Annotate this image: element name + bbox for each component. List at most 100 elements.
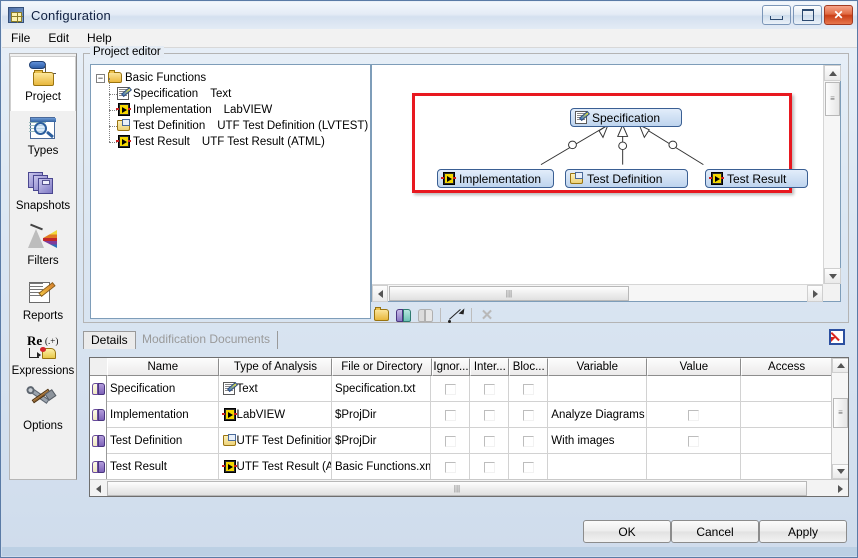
scroll-up-button[interactable] xyxy=(832,358,849,373)
checkbox[interactable] xyxy=(484,384,495,395)
menu-file[interactable]: File xyxy=(2,30,39,46)
table-row[interactable]: Test Definition UTF Test Definition (LVT… xyxy=(90,428,831,454)
open-folder-button[interactable] xyxy=(371,305,391,325)
cell-type-of-analysis[interactable]: UTF Test Definition (LVTEST) xyxy=(219,428,332,454)
sidebar-item-expressions[interactable]: Re(.+) Expressions xyxy=(10,331,76,386)
cell-access[interactable] xyxy=(741,402,831,428)
cell-name[interactable]: Test Definition xyxy=(107,428,219,454)
cell-type-of-analysis[interactable]: Text xyxy=(219,376,332,402)
cell-interface[interactable] xyxy=(470,376,509,402)
apply-button[interactable]: Apply xyxy=(759,520,847,543)
cell-block[interactable] xyxy=(509,376,548,402)
cell-ignore[interactable] xyxy=(431,428,470,454)
cell-file-or-directory[interactable]: $ProjDir xyxy=(332,428,431,454)
cell-interface[interactable] xyxy=(470,428,509,454)
column-header-access[interactable]: Access xyxy=(741,358,831,376)
cell-variable[interactable] xyxy=(548,454,646,480)
cell-access[interactable] xyxy=(741,376,831,402)
column-header-interface[interactable]: Inter... xyxy=(470,358,509,376)
tree-item-test-result[interactable]: Test Result UTF Test Result (ATML) xyxy=(105,134,370,150)
cell-name[interactable]: Test Result xyxy=(107,454,219,480)
scroll-left-button[interactable] xyxy=(372,285,388,302)
cell-value[interactable] xyxy=(647,376,742,402)
cell-ignore[interactable] xyxy=(431,376,470,402)
cell-interface[interactable] xyxy=(470,402,509,428)
checkbox[interactable] xyxy=(445,462,456,473)
checkbox[interactable] xyxy=(484,436,495,447)
tab-details[interactable]: Details xyxy=(83,331,136,349)
ok-button[interactable]: OK xyxy=(583,520,671,543)
cell-value[interactable] xyxy=(647,402,742,428)
checkbox[interactable] xyxy=(523,410,534,421)
cell-access[interactable] xyxy=(741,428,831,454)
cell-value[interactable] xyxy=(647,454,742,480)
scroll-thumb[interactable]: ||| xyxy=(389,286,629,301)
diagram-node-specification[interactable]: Specification xyxy=(570,108,682,127)
sidebar-item-options[interactable]: Options xyxy=(10,386,76,441)
cell-variable[interactable]: Analyze Diagrams xyxy=(548,402,646,428)
cell-file-or-directory[interactable]: Specification.txt xyxy=(332,376,431,402)
checkbox[interactable] xyxy=(445,384,456,395)
minimize-button[interactable] xyxy=(762,5,791,25)
cell-file-or-directory[interactable]: Basic Functions.xml xyxy=(332,454,431,480)
table-row[interactable]: Implementation LabVIEW $ProjDir Analyze … xyxy=(90,402,831,428)
maximize-button[interactable] xyxy=(793,5,822,25)
column-header-file-or-directory[interactable]: File or Directory xyxy=(332,358,431,376)
column-header-block[interactable]: Bloc... xyxy=(509,358,548,376)
checkbox[interactable] xyxy=(445,410,456,421)
details-table[interactable]: Name Type of Analysis File or Directory … xyxy=(89,357,849,497)
table-vertical-scrollbar[interactable]: ≡ xyxy=(831,358,848,479)
scroll-right-button[interactable] xyxy=(807,285,823,302)
tree-expander[interactable]: − xyxy=(96,74,105,83)
diagram-vertical-scrollbar[interactable]: ≡ xyxy=(823,65,840,284)
cell-variable[interactable]: With images xyxy=(548,428,646,454)
sidebar-item-reports[interactable]: Reports xyxy=(10,276,76,331)
tree-item-specification[interactable]: Specification Text xyxy=(105,86,370,102)
column-header-ignore[interactable]: Ignor... xyxy=(432,358,471,376)
cell-variable[interactable] xyxy=(548,376,646,402)
checkbox[interactable] xyxy=(688,436,699,447)
tree-item-test-definition[interactable]: Test Definition UTF Test Definition (LVT… xyxy=(105,118,370,134)
project-tree[interactable]: − Basic Functions Specification Text Imp… xyxy=(90,64,371,319)
cell-ignore[interactable] xyxy=(431,402,470,428)
scroll-right-button[interactable] xyxy=(832,480,848,497)
cancel-button[interactable]: Cancel xyxy=(671,520,759,543)
cell-block[interactable] xyxy=(509,454,548,480)
scroll-thumb[interactable]: ≡ xyxy=(833,398,848,428)
scroll-thumb[interactable]: ||| xyxy=(107,481,807,496)
menu-help[interactable]: Help xyxy=(78,30,121,46)
diagram-node-test-definition[interactable]: Test Definition xyxy=(565,169,688,188)
scroll-up-button[interactable] xyxy=(824,65,841,81)
column-header-value[interactable]: Value xyxy=(647,358,742,376)
checkbox[interactable] xyxy=(484,462,495,473)
close-button[interactable]: ✕ xyxy=(824,5,853,25)
sidebar-item-project[interactable]: Project xyxy=(10,56,76,111)
scroll-down-button[interactable] xyxy=(824,268,841,284)
tab-modification-documents[interactable]: Modification Documents xyxy=(135,331,278,349)
diagram-canvas[interactable]: Specification Implementation Test Defini… xyxy=(372,65,823,284)
sidebar-item-types[interactable]: Types xyxy=(10,111,76,166)
sidebar-item-snapshots[interactable]: Snapshots xyxy=(10,166,76,221)
cell-type-of-analysis[interactable]: LabVIEW xyxy=(219,402,332,428)
cell-access[interactable] xyxy=(741,454,831,480)
checkbox[interactable] xyxy=(484,410,495,421)
checkbox[interactable] xyxy=(688,410,699,421)
cell-block[interactable] xyxy=(509,428,548,454)
diagram-horizontal-scrollbar[interactable]: ||| xyxy=(372,284,823,301)
cell-file-or-directory[interactable]: $ProjDir xyxy=(332,402,431,428)
table-horizontal-scrollbar[interactable]: ||| xyxy=(90,479,848,496)
checkbox[interactable] xyxy=(523,384,534,395)
cell-ignore[interactable] xyxy=(431,454,470,480)
expand-panel-icon[interactable] xyxy=(829,329,845,345)
cell-interface[interactable] xyxy=(470,454,509,480)
checkbox[interactable] xyxy=(523,462,534,473)
diagram-pane[interactable]: Specification Implementation Test Defini… xyxy=(371,64,841,302)
tree-root[interactable]: − Basic Functions xyxy=(96,70,370,86)
diagram-node-implementation[interactable]: Implementation xyxy=(437,169,554,188)
tree-item-implementation[interactable]: Implementation LabVIEW xyxy=(105,102,370,118)
open-document-button[interactable] xyxy=(393,305,413,325)
diagram-node-test-result[interactable]: Test Result xyxy=(705,169,808,188)
menu-edit[interactable]: Edit xyxy=(39,30,78,46)
table-row[interactable]: Specification Text Specification.txt xyxy=(90,376,831,402)
create-link-button[interactable] xyxy=(446,305,466,325)
